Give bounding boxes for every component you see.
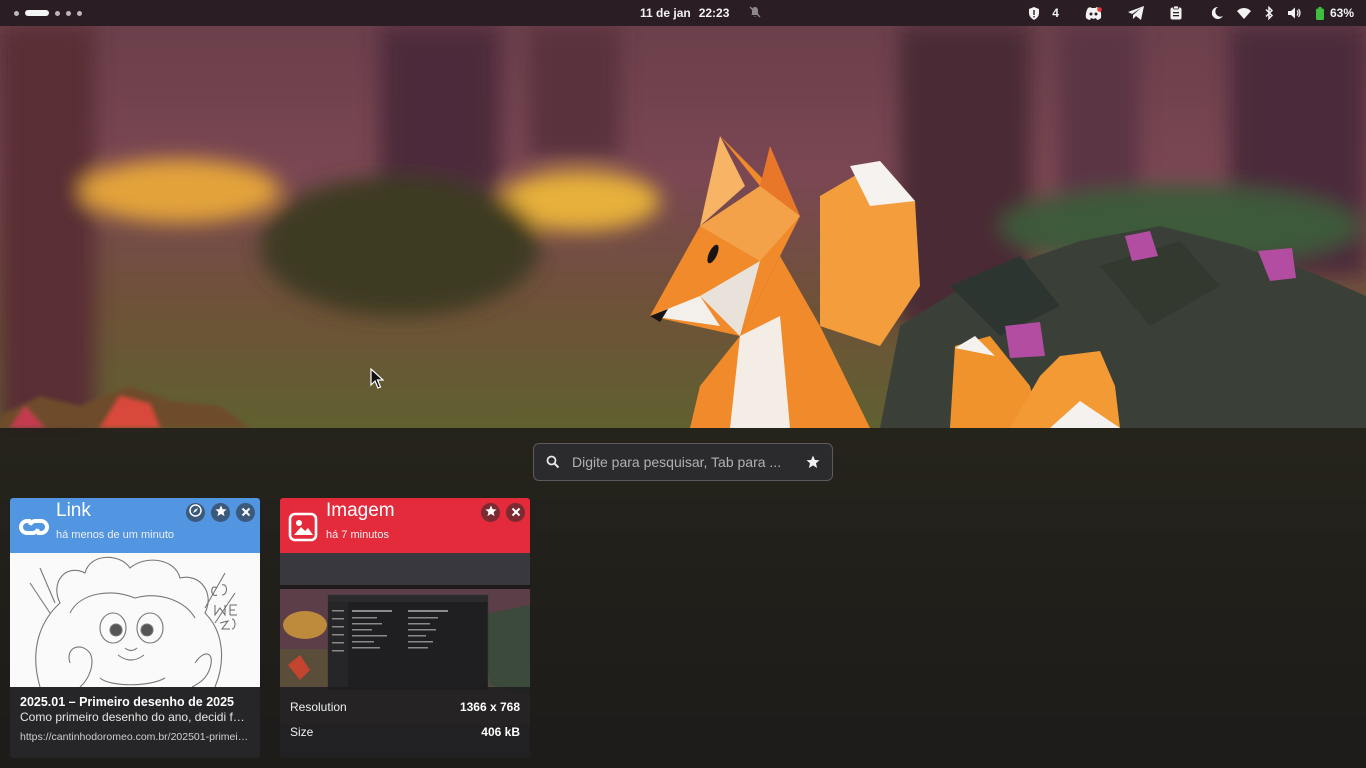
clipboard-item-image[interactable]: Imagem há 7 minutos Resolution 1366 x 76… [280, 498, 530, 758]
volume-icon[interactable] [1287, 7, 1302, 19]
card-type-title: Link [56, 500, 91, 521]
link-preview-image [10, 553, 260, 687]
workspace-indicator[interactable] [14, 0, 82, 26]
image-metadata: Resolution 1366 x 768 Size 406 kB [280, 687, 530, 758]
shield-count: 4 [1052, 6, 1059, 20]
clipboard-item-link[interactable]: Link há menos de um minuto 2025.01 – Pri… [10, 498, 260, 758]
star-icon [484, 504, 497, 522]
close-icon [241, 504, 251, 522]
notifications-muted-icon [749, 6, 761, 21]
size-value: 406 kB [481, 724, 520, 739]
shield-icon [1028, 6, 1040, 20]
card-timestamp: há 7 minutos [326, 529, 389, 541]
card-header: Link há menos de um minuto [10, 498, 260, 553]
link-url: https://cantinhodoromeo.com.br/202501-pr… [20, 731, 250, 743]
image-icon [288, 512, 318, 542]
battery-indicator[interactable]: 63% [1315, 6, 1354, 20]
delete-button[interactable] [236, 503, 255, 522]
card-type-title: Imagem [326, 500, 395, 521]
compass-icon [189, 503, 202, 522]
battery-icon [1315, 6, 1324, 20]
night-light-icon[interactable] [1211, 7, 1223, 19]
clipboard-icon[interactable] [1170, 6, 1182, 20]
discord-icon[interactable] [1085, 6, 1102, 20]
card-header: Imagem há 7 minutos [280, 498, 530, 553]
system-tray: 4 63% [1028, 0, 1354, 26]
card-actions [481, 503, 525, 522]
open-link-button[interactable] [186, 503, 205, 522]
mouse-cursor-icon [370, 367, 385, 390]
resolution-label: Resolution [290, 699, 347, 714]
workspace-dot-active[interactable] [25, 10, 49, 16]
wifi-icon[interactable] [1236, 7, 1251, 19]
telegram-icon[interactable] [1127, 6, 1144, 20]
link-page-title: 2025.01 – Primeiro desenho de 2025 [20, 695, 235, 709]
card-timestamp: há menos de um minuto [56, 529, 175, 541]
clock-button[interactable]: 11 de jan 22:23 [640, 0, 761, 26]
workspace-dot[interactable] [55, 10, 60, 16]
star-icon [214, 504, 227, 522]
search-icon [546, 455, 560, 469]
battery-percent: 63% [1329, 6, 1354, 20]
date-label: 11 de jan [640, 6, 691, 20]
card-actions [186, 503, 255, 522]
size-row: Size 406 kB [290, 719, 520, 744]
favorite-button[interactable] [481, 503, 500, 522]
resolution-value: 1366 x 768 [459, 699, 520, 714]
search-input[interactable] [572, 454, 798, 470]
link-icon [18, 512, 49, 542]
clipboard-search-bar [533, 443, 833, 481]
favorite-button[interactable] [211, 503, 230, 522]
workspace-dot[interactable] [66, 10, 71, 16]
link-info: 2025.01 – Primeiro desenho de 2025 Como … [10, 687, 260, 758]
top-bar: 11 de jan 22:23 4 63% [0, 0, 1366, 26]
image-preview-area: Resolution 1366 x 768 Size 406 kB [280, 553, 530, 758]
workspace-dot[interactable] [14, 10, 19, 16]
resolution-row: Resolution 1366 x 768 [290, 694, 520, 719]
close-icon [511, 504, 521, 522]
delete-button[interactable] [506, 503, 525, 522]
shield-indicator[interactable]: 4 [1028, 6, 1059, 20]
link-page-description: Como primeiro desenho do ano, decidi faz… [20, 710, 250, 724]
bluetooth-icon[interactable] [1265, 6, 1274, 20]
favorites-filter-star-icon[interactable] [806, 455, 820, 469]
size-label: Size [290, 724, 314, 739]
time-label: 22:23 [698, 6, 730, 20]
workspace-dot[interactable] [77, 10, 82, 16]
